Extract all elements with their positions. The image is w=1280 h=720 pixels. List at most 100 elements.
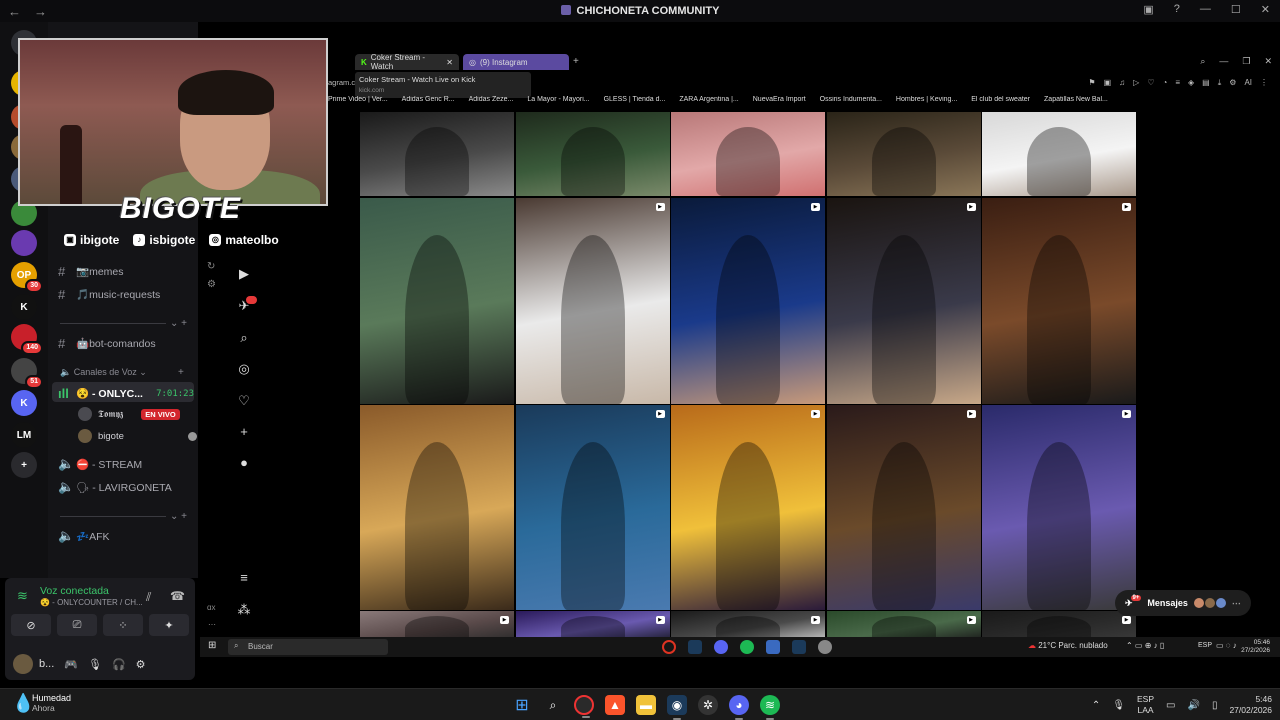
bookmark-item[interactable]: El club del sweater	[971, 96, 1030, 108]
apps-icon[interactable]: ⁂	[236, 602, 252, 618]
chatgpt-icon[interactable]: ✲	[698, 695, 718, 715]
weather-widget[interactable]: 💧 Humedad Ahora	[12, 693, 71, 713]
captured-lang[interactable]: ESP	[1198, 642, 1212, 649]
voice-channel-lavirgoneta[interactable]: 🔈 🗣 - LAVIRGONETA	[58, 479, 194, 495]
settings-icon[interactable]: ⚙	[136, 658, 146, 671]
instagram-post[interactable]: ▶	[826, 198, 981, 404]
instagram-post[interactable]	[826, 112, 981, 196]
instagram-post[interactable]	[671, 112, 825, 196]
more-icon[interactable]: ⋯	[1232, 598, 1241, 609]
show-hidden-icon[interactable]: ⌃	[1092, 700, 1100, 711]
instagram-post[interactable]: ▶	[671, 611, 825, 637]
server-icon[interactable]: K	[11, 294, 37, 320]
reels-icon[interactable]: ▶	[236, 266, 252, 282]
search-icon[interactable]: ⌕	[1200, 56, 1205, 67]
instagram-post[interactable]: ▶	[982, 405, 1136, 610]
instagram-post[interactable]: ▶	[982, 198, 1136, 404]
discord-icon[interactable]: ◕	[729, 695, 749, 720]
spotify-icon[interactable]: ≋	[760, 695, 780, 720]
disconnect-icon[interactable]: ☎	[170, 589, 185, 603]
soundboard-button[interactable]: ✦	[149, 614, 189, 636]
settings-icon[interactable]: ⚙	[1229, 78, 1236, 88]
instagram-post[interactable]: ▶	[515, 611, 670, 637]
add-channel-icon[interactable]: +	[178, 367, 184, 378]
file-explorer-icon[interactable]: ▬	[636, 695, 656, 715]
clock[interactable]: 5:46 27/02/2026	[1229, 694, 1272, 716]
voice-status[interactable]: Voz conectada	[40, 585, 109, 597]
extension-icon[interactable]: ⚑	[1088, 78, 1095, 88]
server-icon[interactable]: OP 30	[11, 262, 43, 293]
download-icon[interactable]: ⤓	[1218, 78, 1222, 88]
tab-instagram[interactable]: ◎ (9) Instagram	[463, 54, 569, 70]
bookmark-item[interactable]: ZARA Argentina |...	[679, 96, 738, 108]
noise-suppression-icon[interactable]: ⫽	[146, 590, 151, 605]
bookmark-item[interactable]: Adidas Zeze...	[469, 96, 514, 108]
instagram-post[interactable]: ▶	[982, 611, 1136, 637]
screen-share-button[interactable]: ⎚	[57, 614, 97, 636]
tab-kick[interactable]: K Coker Stream - Watch ✕	[355, 53, 459, 71]
headphones-icon[interactable]: 🎧	[112, 658, 126, 671]
minimize-icon[interactable]: —	[1219, 56, 1228, 67]
voice-channel-afk[interactable]: 🔈 💤AFK	[58, 528, 194, 544]
instagram-post[interactable]	[982, 112, 1136, 196]
instagram-post[interactable]	[515, 112, 670, 196]
tabs-icon[interactable]: ▤	[1202, 78, 1210, 88]
microphone-icon[interactable]: 🎙	[1112, 700, 1125, 711]
captured-tray-icons[interactable]: ⌃ ▭ ⊕ ♪ ▯	[1126, 641, 1164, 650]
instagram-post[interactable]	[360, 112, 514, 196]
minimize-icon[interactable]: —	[1200, 3, 1211, 16]
microphone-icon[interactable]: 🎙	[88, 658, 102, 671]
server-icon[interactable]: LM	[11, 422, 37, 448]
channel-memes[interactable]: # 📷memes	[58, 264, 194, 279]
bookmark-item[interactable]: Prime Video | Ver...	[328, 96, 388, 108]
history-icon[interactable]: ◔	[1162, 78, 1167, 88]
play-icon[interactable]: ▷	[1133, 78, 1139, 88]
restore-icon[interactable]: ❐	[1242, 56, 1250, 67]
discord-icon[interactable]	[714, 640, 728, 654]
activities-button[interactable]: ⁘	[103, 614, 143, 636]
steam-icon[interactable]	[688, 640, 702, 654]
camera-off-button[interactable]: ⊘	[11, 614, 51, 636]
language-indicator[interactable]: ESP LAA	[1137, 694, 1154, 716]
voice-channel-onlycounter[interactable]: ıll 😵 - ONLYC... 7:01:23	[58, 386, 194, 401]
server-icon[interactable]: 51	[11, 358, 43, 389]
username[interactable]: b...	[39, 658, 54, 670]
search-icon[interactable]: ⌕	[236, 330, 252, 346]
maximize-icon[interactable]: ☐	[1231, 3, 1241, 16]
create-icon[interactable]: +	[236, 424, 252, 440]
captured-search[interactable]: ⌕ Buscar	[228, 639, 388, 655]
instagram-post[interactable]: ▶	[515, 198, 670, 404]
captured-clock[interactable]: 05:46 27/2/2026	[1241, 639, 1270, 655]
messages-button[interactable]: ✈ 9+ Mensajes ⋯	[1115, 590, 1251, 616]
inbox-icon[interactable]: ▣	[1143, 3, 1153, 16]
cube-icon[interactable]: ◈	[1188, 78, 1194, 88]
bookmark-item[interactable]: Hombres | Keving...	[896, 96, 957, 108]
close-icon[interactable]: ✕	[1261, 3, 1270, 16]
close-icon[interactable]: ✕	[1264, 56, 1272, 67]
refresh-icon[interactable]: ↻	[207, 261, 215, 272]
voice-channel-stream[interactable]: 🔈 ⛔ - STREAM	[58, 456, 194, 472]
steam-icon[interactable]	[792, 640, 806, 654]
volume-icon[interactable]: 🔊	[1187, 700, 1199, 711]
more-icon[interactable]: ⋯	[208, 620, 216, 629]
server-icon[interactable]: K	[11, 390, 37, 416]
heart-icon[interactable]: ♡	[1147, 78, 1154, 88]
instagram-post[interactable]: ▶	[671, 405, 825, 610]
instagram-post[interactable]: ▶	[826, 611, 981, 637]
opera-icon[interactable]	[662, 640, 676, 654]
controller-icon[interactable]: 🎮	[64, 658, 78, 671]
avatar[interactable]	[13, 654, 33, 674]
music-icon[interactable]: ♫	[1119, 78, 1125, 88]
voice-user-tomyz[interactable]: 𝕿𝖔𝖒𝖞𝖟 EN VIVO	[78, 407, 180, 421]
instagram-post[interactable]: ▶	[671, 198, 825, 404]
menu-icon[interactable]: ≡	[236, 570, 252, 586]
instagram-post[interactable]	[360, 405, 514, 610]
heart-icon[interactable]: ♡	[236, 393, 252, 409]
spotify-icon[interactable]	[740, 640, 754, 654]
channel-music-requests[interactable]: # 🎵music-requests	[58, 287, 194, 302]
gear-icon[interactable]: ⚙	[207, 279, 216, 290]
more-icon[interactable]: ⋮	[1260, 78, 1268, 88]
steam-icon[interactable]: ◉	[667, 695, 687, 720]
channel-bot-comandos[interactable]: # 🤖bot-comandos	[58, 336, 194, 351]
pip-icon[interactable]: ▣	[1104, 78, 1112, 88]
